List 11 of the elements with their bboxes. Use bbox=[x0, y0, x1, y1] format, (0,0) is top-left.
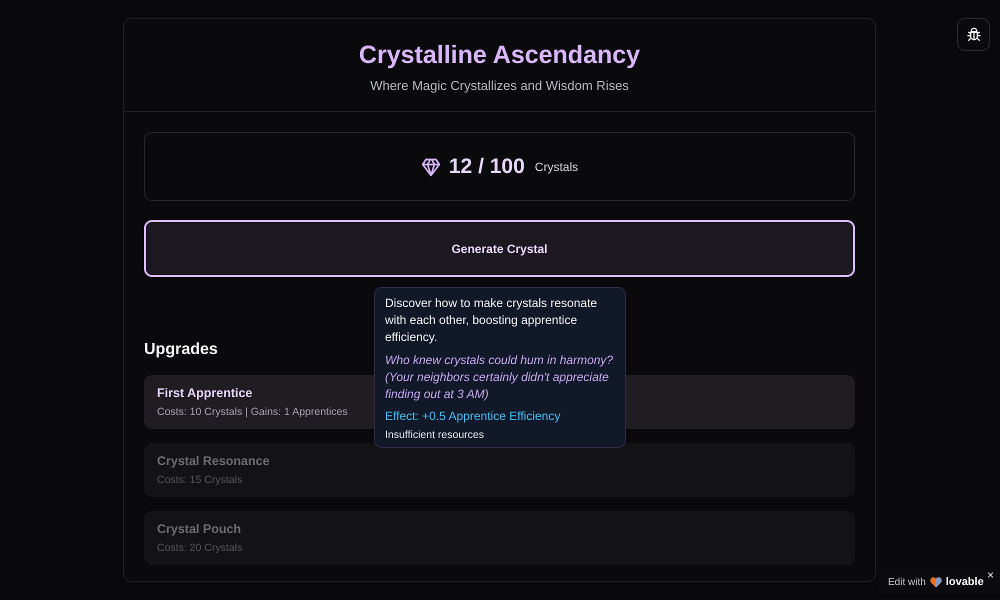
game-subtitle: Where Magic Crystallizes and Wisdom Rises bbox=[370, 78, 629, 93]
game-title: Crystalline Ascendancy bbox=[358, 41, 640, 70]
badge-prefix: Edit with bbox=[888, 576, 926, 588]
crystal-unit: Crystals bbox=[534, 160, 578, 174]
tooltip-flavor-text: Who knew crystals could hum in harmony? (Your neighbors certainly didn't appreciate finding out at 3 AM) bbox=[385, 352, 614, 403]
crystal-amount: 12 / 100 bbox=[448, 154, 525, 178]
tooltip-effect: Effect: +0.5 Apprentice Efficiency bbox=[385, 409, 562, 423]
upgrades-heading: Upgrades bbox=[144, 341, 219, 359]
tooltip-status: Insufficient resources bbox=[385, 429, 486, 441]
badge-brand: lovable bbox=[946, 576, 984, 588]
tooltip-description: Discover how to make crystals resonate with each other, boosting apprentice efficiency. bbox=[385, 295, 598, 346]
